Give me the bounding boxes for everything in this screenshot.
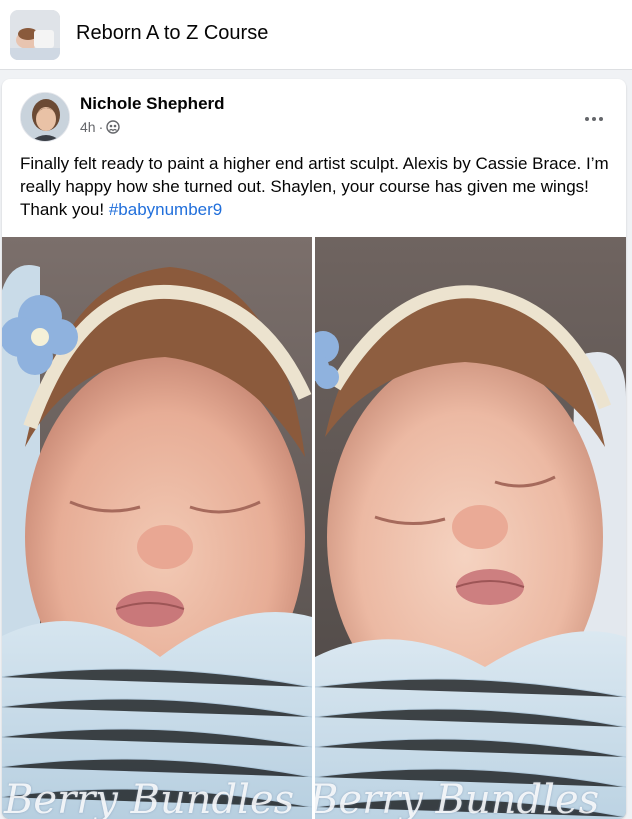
- author-avatar[interactable]: [20, 92, 70, 142]
- more-options-icon: [585, 117, 589, 121]
- baby-photo-icon: [2, 237, 312, 819]
- author-name[interactable]: Nichole Shepherd: [80, 94, 225, 114]
- group-name[interactable]: Reborn A to Z Course: [76, 22, 268, 45]
- post-photo-1[interactable]: Berry Bundles: [2, 237, 312, 819]
- baby-photo-icon: [315, 237, 626, 819]
- post-text: Finally felt ready to paint a higher end…: [20, 152, 610, 221]
- photo-watermark: Berry Bundles: [4, 777, 295, 819]
- photo-watermark: Berry Bundles: [315, 777, 600, 819]
- post-time[interactable]: 4h: [80, 119, 96, 135]
- post-card: Nichole Shepherd 4h · Finally felt ready…: [2, 79, 626, 819]
- post-photo-2[interactable]: Berry Bundles: [315, 237, 626, 819]
- more-options-button[interactable]: [576, 101, 612, 137]
- group-header: Reborn A to Z Course: [0, 0, 632, 70]
- group-photo-icon: [10, 10, 60, 60]
- group-members-icon[interactable]: [106, 120, 120, 134]
- meta-separator: ·: [98, 119, 104, 135]
- group-thumbnail[interactable]: [10, 10, 60, 60]
- post-meta: 4h ·: [80, 119, 120, 135]
- avatar-photo-icon: [21, 93, 69, 141]
- hashtag-link[interactable]: #babynumber9: [109, 200, 222, 219]
